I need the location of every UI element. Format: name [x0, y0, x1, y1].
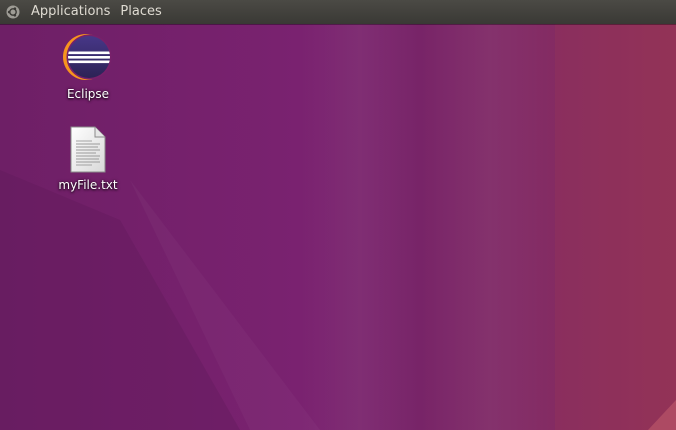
ubuntu-logo-icon[interactable]	[6, 5, 20, 19]
desktop-icon-myfile[interactable]: myFile.txt	[48, 124, 128, 192]
eclipse-icon	[63, 34, 112, 80]
places-menu[interactable]: Places	[115, 0, 166, 24]
text-file-icon	[70, 126, 106, 173]
desktop-icon-eclipse[interactable]: Eclipse	[48, 33, 128, 101]
applications-menu[interactable]: Applications	[26, 0, 115, 24]
desktop-screen: Applications Places Eclipse myFile.txt	[0, 0, 676, 430]
top-panel: Applications Places	[0, 0, 676, 24]
desktop-icon-label: myFile.txt	[58, 178, 118, 192]
desktop-icon-label: Eclipse	[66, 87, 110, 101]
